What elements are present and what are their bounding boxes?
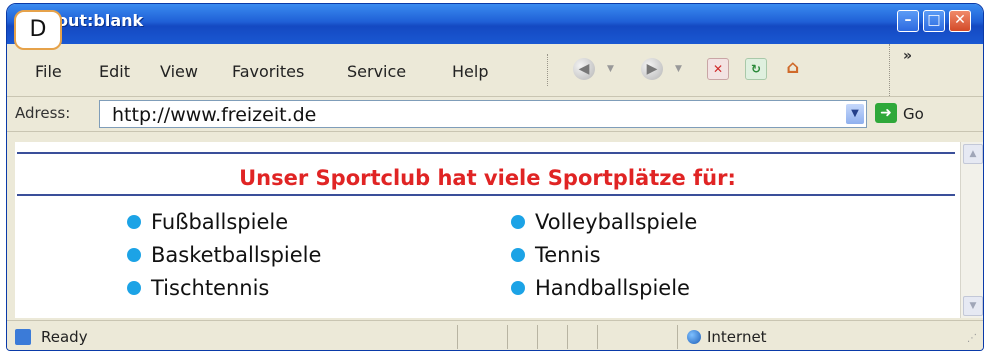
browser-window: out:blank – □ ✕ File Edit View Favorites… xyxy=(6,3,984,351)
bullet-icon xyxy=(511,248,525,262)
go-arrow-icon[interactable]: ➜ xyxy=(875,103,897,123)
menu-help[interactable]: Help xyxy=(452,62,488,81)
menu-favorites[interactable]: Favorites xyxy=(232,62,304,81)
list-item: Handballspiele xyxy=(511,276,690,300)
status-panel xyxy=(677,325,678,349)
status-bar: Ready Internet ⋰ xyxy=(7,320,983,350)
page-status-icon xyxy=(15,329,31,345)
address-bar: Adress: http://www.freizeit.de ▼ ➜ Go xyxy=(7,97,983,132)
status-panel xyxy=(457,325,458,349)
window-title: out:blank xyxy=(57,11,144,30)
resize-grip-icon[interactable]: ⋰ xyxy=(967,333,977,344)
toolbar-separator xyxy=(889,44,892,96)
close-icon: ✕ xyxy=(954,12,966,28)
bullet-icon xyxy=(127,281,141,295)
refresh-icon[interactable]: ↻ xyxy=(745,58,767,80)
address-label: Adress: xyxy=(15,104,71,122)
bottom-divider xyxy=(17,194,955,196)
label-badge: D xyxy=(14,10,62,50)
page-heading: Unser Sportclub hat viele Sportplätze fü… xyxy=(239,166,736,190)
minimize-icon: – xyxy=(904,12,912,28)
list-item: Tennis xyxy=(511,243,601,267)
bullet-icon xyxy=(127,248,141,262)
home-icon[interactable]: ⌂ xyxy=(783,58,803,78)
bullet-icon xyxy=(511,281,525,295)
bullet-icon xyxy=(127,215,141,229)
toolbar-overflow-icon[interactable]: » xyxy=(903,48,912,64)
list-item-text: Fußballspiele xyxy=(151,210,289,234)
zone-text: Internet xyxy=(707,328,767,346)
menu-edit[interactable]: Edit xyxy=(99,62,130,81)
internet-zone-icon xyxy=(687,330,701,344)
forward-dropdown-icon[interactable]: ▼ xyxy=(675,64,682,74)
list-item-text: Volleyballspiele xyxy=(535,210,698,234)
address-input[interactable]: http://www.freizeit.de ▼ xyxy=(99,100,867,128)
menu-service[interactable]: Service xyxy=(347,62,406,81)
list-item: Volleyballspiele xyxy=(511,210,697,234)
status-panel xyxy=(567,325,568,349)
list-item-text: Basketballspiele xyxy=(151,243,322,267)
close-button[interactable]: ✕ xyxy=(949,10,971,32)
vertical-scrollbar[interactable]: ▲ ▼ xyxy=(960,142,983,318)
menu-file[interactable]: File xyxy=(35,62,62,81)
status-text: Ready xyxy=(41,328,88,346)
maximize-button[interactable]: □ xyxy=(923,10,945,32)
status-panel xyxy=(597,325,598,349)
scroll-up-icon[interactable]: ▲ xyxy=(963,144,983,164)
page-content: Unser Sportclub hat viele Sportplätze fü… xyxy=(15,142,960,318)
toolbar-separator xyxy=(547,54,550,86)
status-panel xyxy=(507,325,508,349)
list-item: Fußballspiele xyxy=(127,210,288,234)
menu-bar: File Edit View Favorites Service Help ◀ … xyxy=(7,44,983,97)
go-button[interactable]: Go xyxy=(903,105,924,123)
address-url[interactable]: http://www.freizeit.de xyxy=(112,104,316,126)
list-item: Basketballspiele xyxy=(127,243,321,267)
list-item-text: Tischtennis xyxy=(151,276,270,300)
forward-icon[interactable]: ▶ xyxy=(641,58,663,80)
title-bar[interactable]: out:blank – □ ✕ xyxy=(7,4,983,44)
address-dropdown-icon[interactable]: ▼ xyxy=(846,104,864,124)
back-dropdown-icon[interactable]: ▼ xyxy=(607,64,614,74)
maximize-icon: □ xyxy=(927,12,941,28)
list-item-text: Handballspiele xyxy=(535,276,690,300)
minimize-button[interactable]: – xyxy=(897,10,919,32)
bullet-icon xyxy=(511,215,525,229)
menu-view[interactable]: View xyxy=(160,62,198,81)
list-item-text: Tennis xyxy=(535,243,601,267)
status-panel xyxy=(537,325,538,349)
scroll-down-icon[interactable]: ▼ xyxy=(963,296,983,316)
top-divider xyxy=(17,152,955,154)
list-item: Tischtennis xyxy=(127,276,269,300)
stop-icon[interactable]: ✕ xyxy=(707,58,729,80)
back-icon[interactable]: ◀ xyxy=(573,58,595,80)
